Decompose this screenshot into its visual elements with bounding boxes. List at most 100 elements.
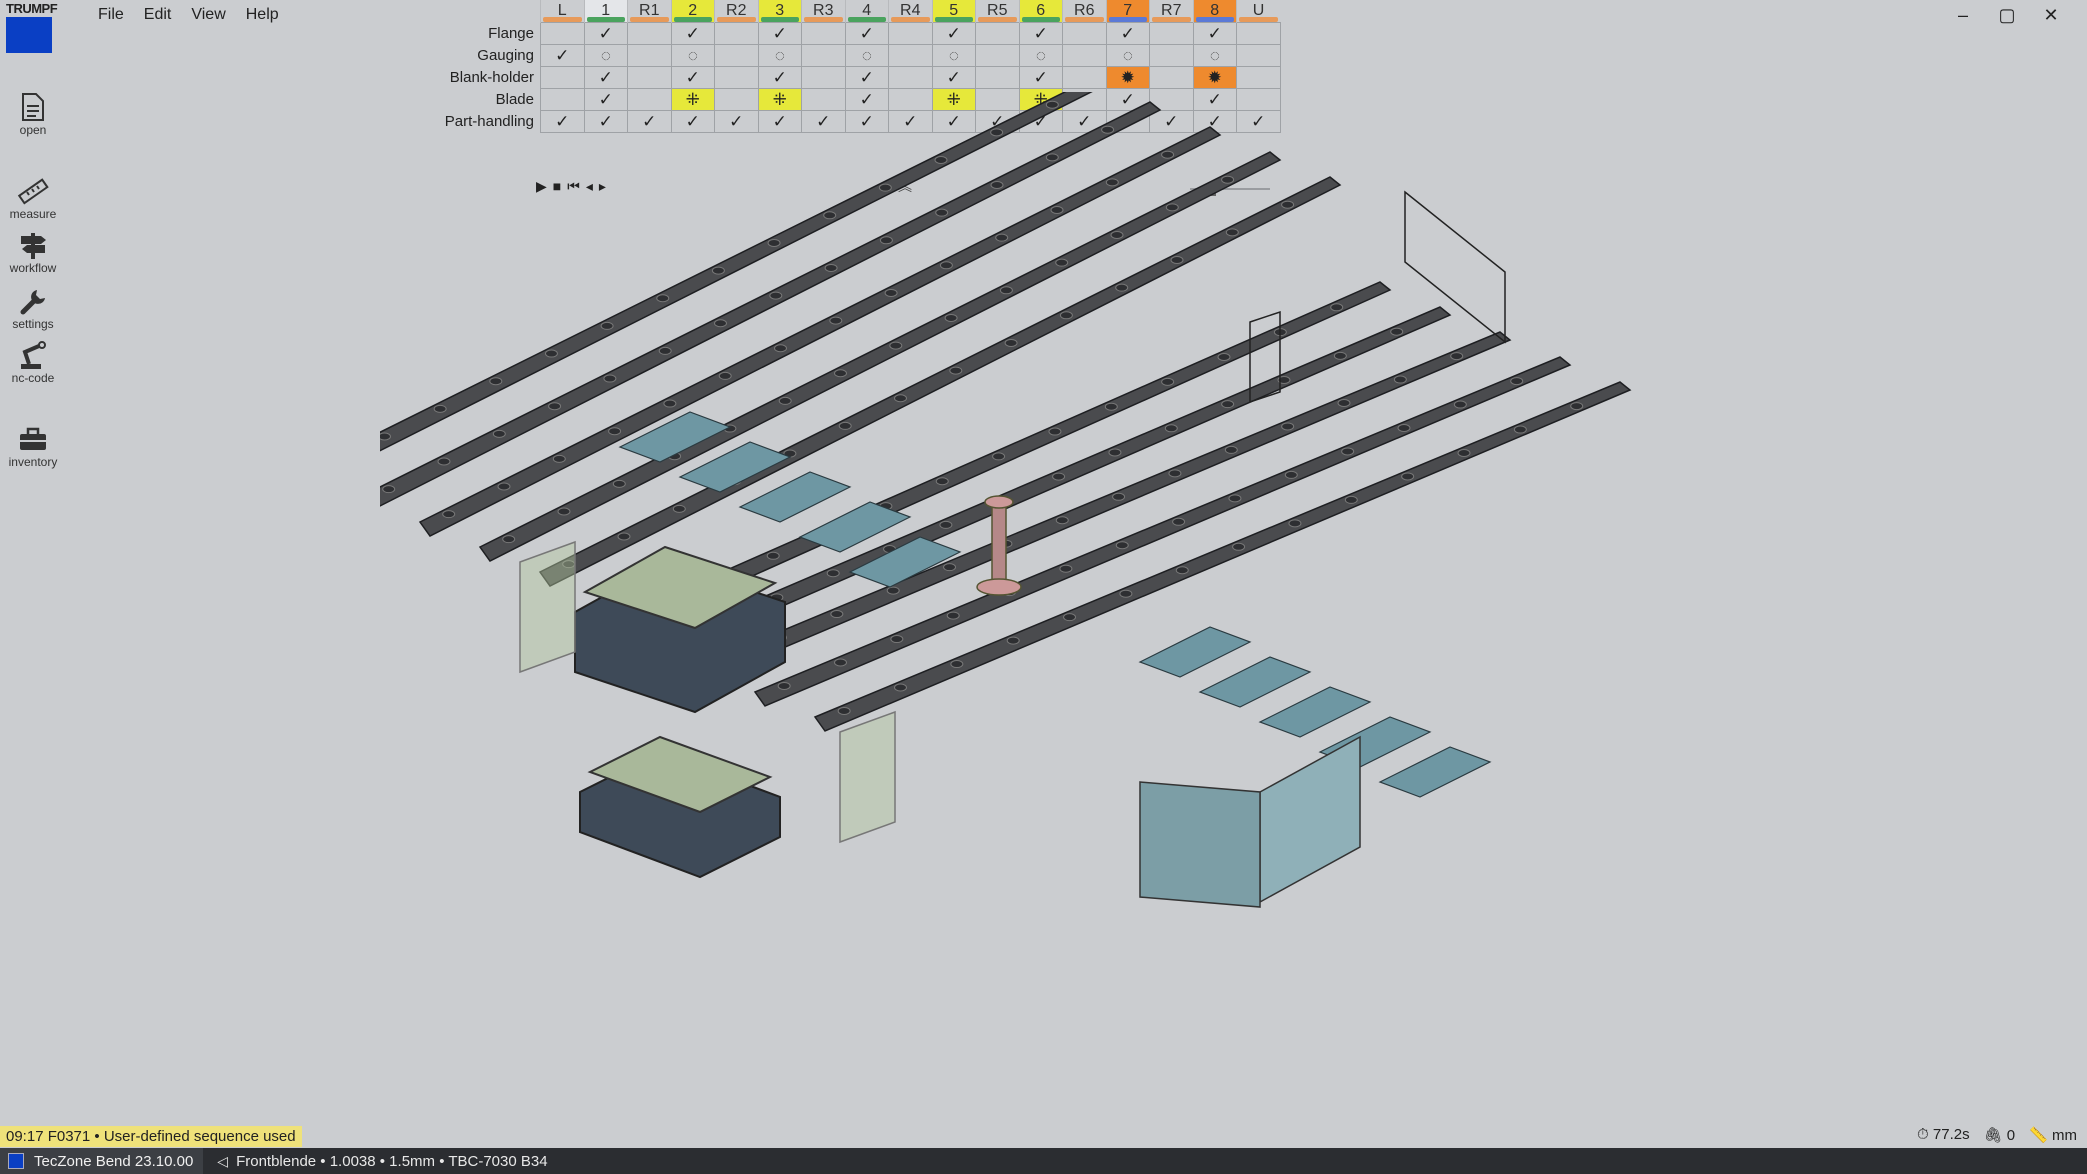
grid-cell[interactable]: ◌ xyxy=(1192,44,1237,67)
grid-cell[interactable] xyxy=(714,66,759,89)
rail-hole xyxy=(1228,494,1242,503)
menu-file[interactable]: File xyxy=(88,4,134,26)
grid-cell[interactable] xyxy=(888,44,933,67)
grid-cell[interactable]: ◌ xyxy=(670,44,715,67)
sidebar-item-settings[interactable]: settings xyxy=(0,286,66,331)
close-button[interactable]: ✕ xyxy=(2029,2,2073,28)
unit-indicator[interactable]: 📏 mm xyxy=(2029,1126,2077,1144)
rail-hole xyxy=(878,183,892,192)
rail-hole xyxy=(1059,564,1073,573)
grid-cell[interactable]: ✓ xyxy=(757,22,802,45)
grid-cell[interactable]: ✓ xyxy=(1105,22,1150,45)
grid-cell[interactable]: ◌ xyxy=(931,44,976,67)
toolbox-icon xyxy=(20,427,46,450)
grid-cell[interactable] xyxy=(1236,44,1281,67)
sidebar-item-measure[interactable]: measure xyxy=(0,176,66,221)
grid-cell[interactable]: ✓ xyxy=(931,66,976,89)
rail-hole xyxy=(1168,469,1182,478)
grid-cell[interactable] xyxy=(888,22,933,45)
column-status-bar xyxy=(760,17,799,22)
grid-cell[interactable] xyxy=(1149,66,1194,89)
grid-cell[interactable]: ◌ xyxy=(583,44,628,67)
rail-hole xyxy=(934,156,948,164)
grid-cell[interactable] xyxy=(627,44,672,67)
column-status-bar xyxy=(1152,17,1191,22)
grid-cell[interactable]: ✓ xyxy=(670,22,715,45)
grid-cell[interactable] xyxy=(1236,22,1281,45)
grid-cell[interactable]: ◌ xyxy=(757,44,802,67)
column-header[interactable]: 6 xyxy=(1018,0,1063,23)
sidebar-item-nc-code[interactable]: nc-code xyxy=(0,340,66,385)
taskbar-document[interactable]: ◁ Frontblende • 1.0038 • 1.5mm • TBC-703… xyxy=(217,1153,547,1170)
grid-cell[interactable] xyxy=(1062,66,1107,89)
column-header[interactable]: R1 xyxy=(627,0,671,23)
column-header[interactable]: L xyxy=(540,0,584,23)
grid-cell[interactable]: ✓ xyxy=(540,44,585,67)
grid-cell[interactable] xyxy=(801,44,846,67)
minimize-button[interactable]: – xyxy=(1941,2,1985,28)
column-header[interactable]: 4 xyxy=(844,0,889,23)
grid-cell[interactable]: ✓ xyxy=(1018,22,1063,45)
rail-hole xyxy=(1281,200,1295,209)
column-header[interactable]: 1 xyxy=(583,0,628,23)
grid-cell[interactable] xyxy=(1236,66,1281,89)
grid-cell[interactable]: ✓ xyxy=(1018,66,1063,89)
column-header[interactable]: R5 xyxy=(975,0,1019,23)
rail-hole xyxy=(939,520,953,529)
column-header[interactable]: R7 xyxy=(1149,0,1193,23)
sidebar-item-open[interactable]: open xyxy=(0,92,66,137)
grid-cell[interactable] xyxy=(888,66,933,89)
grid-cell[interactable]: ◌ xyxy=(1105,44,1150,67)
column-header[interactable]: 5 xyxy=(931,0,976,23)
rail-hole xyxy=(1055,516,1069,525)
column-header[interactable]: U xyxy=(1236,0,1280,23)
grid-cell[interactable] xyxy=(1149,22,1194,45)
grid-cell[interactable]: ✓ xyxy=(757,66,802,89)
rail-hole xyxy=(1105,178,1119,187)
grid-cell[interactable] xyxy=(1062,22,1107,45)
grid-cell[interactable] xyxy=(714,44,759,67)
rail-hole xyxy=(1221,400,1235,409)
grid-cell[interactable]: ✓ xyxy=(844,66,889,89)
column-header[interactable]: R4 xyxy=(888,0,932,23)
grid-cell[interactable]: ✓ xyxy=(844,22,889,45)
attachment-count[interactable]: 🖇 0 xyxy=(1984,1126,2016,1144)
grid-cell[interactable] xyxy=(801,22,846,45)
grid-cell[interactable]: ✓ xyxy=(931,22,976,45)
menu-view[interactable]: View xyxy=(181,4,235,26)
column-header[interactable]: R6 xyxy=(1062,0,1106,23)
grid-cell[interactable]: ✓ xyxy=(1192,22,1237,45)
grid-cell[interactable] xyxy=(975,44,1020,67)
sidebar-item-workflow[interactable]: workflow xyxy=(0,230,66,275)
grid-cell[interactable] xyxy=(801,66,846,89)
grid-cell[interactable] xyxy=(714,22,759,45)
grid-cell[interactable]: ◌ xyxy=(1018,44,1063,67)
maximize-button[interactable]: ▢ xyxy=(1985,2,2029,28)
grid-cell[interactable]: ✓ xyxy=(583,66,628,89)
grid-cell[interactable] xyxy=(1062,44,1107,67)
grid-cell[interactable]: ✹ xyxy=(1105,66,1150,89)
column-header[interactable]: 8 xyxy=(1192,0,1237,23)
grid-cell[interactable] xyxy=(975,66,1020,89)
column-header[interactable]: R3 xyxy=(801,0,845,23)
taskbar-app[interactable]: TecZone Bend 23.10.00 xyxy=(0,1148,204,1174)
grid-cell[interactable]: ◌ xyxy=(844,44,889,67)
column-header[interactable]: R2 xyxy=(714,0,758,23)
machine-3d-viewport[interactable] xyxy=(380,92,2080,952)
grid-cell[interactable]: ✓ xyxy=(583,22,628,45)
column-header[interactable]: 2 xyxy=(670,0,715,23)
column-header[interactable]: 7 xyxy=(1105,0,1150,23)
grid-cell[interactable] xyxy=(540,66,585,89)
menu-edit[interactable]: Edit xyxy=(134,4,182,26)
grid-cell[interactable] xyxy=(627,66,672,89)
sidebar-item-inventory[interactable]: inventory xyxy=(0,424,66,469)
grid-cell[interactable] xyxy=(1149,44,1194,67)
column-header[interactable]: 3 xyxy=(757,0,802,23)
grid-cell[interactable]: ✓ xyxy=(670,66,715,89)
grid-cell[interactable] xyxy=(975,22,1020,45)
grid-cell[interactable] xyxy=(540,22,585,45)
grid-cell[interactable]: ✹ xyxy=(1192,66,1237,89)
menu-help[interactable]: Help xyxy=(236,4,289,26)
rail-hole xyxy=(1344,495,1358,504)
grid-cell[interactable] xyxy=(627,22,672,45)
